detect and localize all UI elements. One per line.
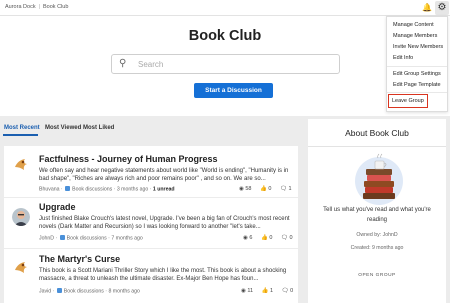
post-time: 7 months ago: [111, 235, 143, 242]
post-meta: Javid · Book discussions · 8 months ago: [39, 288, 140, 295]
menu-item-manage-content[interactable]: Manage Content: [393, 22, 434, 28]
eye-icon: ◉: [243, 235, 248, 241]
group-owner: Owned by: JohnD: [356, 232, 398, 238]
comment-icon: 🗨: [281, 288, 289, 294]
group-header: Book Club ⚲ Start a Discussion: [0, 16, 450, 116]
tab-most-viewed[interactable]: Most Viewed: [45, 125, 81, 131]
post-meta: Bhuvana · Book discussions · 3 months ag…: [39, 186, 175, 193]
thumbs-up-icon[interactable]: 👍: [261, 235, 268, 241]
post-stats: ◉ 11 👍 1 🗨 0: [234, 288, 293, 294]
post-category[interactable]: Book discussions: [72, 187, 112, 193]
post-time: 8 months ago: [108, 288, 140, 295]
menu-divider: [387, 66, 447, 67]
active-tab-indicator: [3, 134, 38, 136]
menu-item-manage-members[interactable]: Manage Members: [393, 33, 437, 39]
category-icon: [65, 186, 71, 191]
avatar: [12, 208, 30, 226]
eye-icon: ◉: [239, 186, 244, 192]
avatar: [12, 156, 30, 174]
tab-most-liked[interactable]: Most Liked: [83, 125, 114, 131]
bell-icon[interactable]: 🔔: [422, 3, 432, 13]
post-title[interactable]: Factfulness - Journey of Human Progress: [39, 154, 218, 164]
post-stats: ◉ 6 👍 0 🗨 0: [236, 235, 293, 241]
category-icon: [59, 235, 65, 240]
view-count: 6: [249, 235, 253, 241]
menu-item-leave-group[interactable]: Leave Group: [388, 94, 428, 108]
unread-count: 1 unread: [152, 186, 175, 193]
post-excerpt: Just finished Blake Crouch's latest nove…: [39, 216, 290, 230]
menu-divider: [387, 92, 447, 93]
group-created: Created: 9 months ago: [350, 245, 404, 251]
about-panel: About Book Club Tell us what you've read…: [308, 119, 446, 303]
divider: [4, 248, 298, 249]
post-title[interactable]: Upgrade: [39, 202, 76, 212]
post-meta: JohnD · Book discussions · 7 months ago: [39, 235, 143, 242]
view-count: 58: [245, 186, 252, 192]
comment-icon: 🗨: [279, 186, 287, 192]
gear-icon[interactable]: ⚙: [435, 1, 449, 15]
like-count: 1: [269, 288, 274, 294]
tab-most-recent[interactable]: Most Recent: [4, 125, 40, 131]
thumbs-up-icon[interactable]: 👍: [260, 186, 267, 192]
reply-count: 0: [290, 288, 294, 294]
post-author[interactable]: Javid: [39, 289, 51, 295]
search-box[interactable]: ⚲: [111, 54, 340, 74]
post-category[interactable]: Book discussions: [64, 289, 104, 295]
post-title[interactable]: The Martyr's Curse: [39, 254, 120, 264]
post-stats: ◉ 58 👍 0 🗨 1: [232, 186, 292, 192]
search-icon: ⚲: [119, 58, 127, 69]
group-type: OPEN GROUP: [358, 273, 396, 278]
group-description: Tell us what you've read and what you're…: [323, 207, 431, 223]
breadcrumb-current[interactable]: Book Club: [43, 4, 68, 10]
discussion-feed: Factfulness - Journey of Human Progress …: [4, 146, 298, 303]
post-excerpt: This book is a Scott Mariani Thriller St…: [39, 268, 287, 282]
post-author[interactable]: Bhuvana: [39, 187, 59, 193]
post-category[interactable]: Book discussions: [67, 236, 107, 242]
post-author[interactable]: JohnD: [39, 236, 54, 242]
category-icon: [56, 288, 62, 293]
menu-item-edit-page-template[interactable]: Edit Page Template: [393, 82, 441, 88]
leave-group-label: Leave Group: [392, 98, 424, 104]
menu-item-invite-new-members[interactable]: Invite New Members: [393, 44, 443, 50]
top-bar: Aurora Dock | Book Club 🔔 ⚙: [0, 0, 450, 16]
view-count: 11: [247, 288, 254, 294]
search-input[interactable]: [138, 57, 333, 71]
start-discussion-button[interactable]: Start a Discussion: [194, 83, 273, 98]
reply-count: 0: [289, 235, 293, 241]
thumbs-up-icon[interactable]: 👍: [262, 288, 269, 294]
like-count: 0: [268, 186, 272, 192]
divider: [4, 197, 298, 198]
book-stack-illustration: [355, 153, 403, 205]
breadcrumb-separator: |: [38, 4, 41, 10]
divider: [308, 146, 446, 147]
breadcrumb: Aurora Dock | Book Club: [5, 4, 68, 10]
like-count: 0: [269, 235, 273, 241]
post-time: 3 months ago: [116, 186, 149, 193]
menu-item-edit-info[interactable]: Edit Info: [393, 55, 413, 61]
breadcrumb-home[interactable]: Aurora Dock: [5, 4, 36, 10]
eye-icon: ◉: [241, 288, 246, 294]
about-title: About Book Club: [345, 128, 409, 138]
page-title: Book Club: [188, 28, 262, 44]
post-excerpt: We often say and hear negative statement…: [39, 168, 289, 182]
menu-item-edit-group-settings[interactable]: Edit Group Settings: [393, 71, 441, 77]
comment-icon: 🗨: [280, 235, 288, 241]
reply-count: 1: [288, 186, 292, 192]
avatar: [12, 259, 30, 277]
